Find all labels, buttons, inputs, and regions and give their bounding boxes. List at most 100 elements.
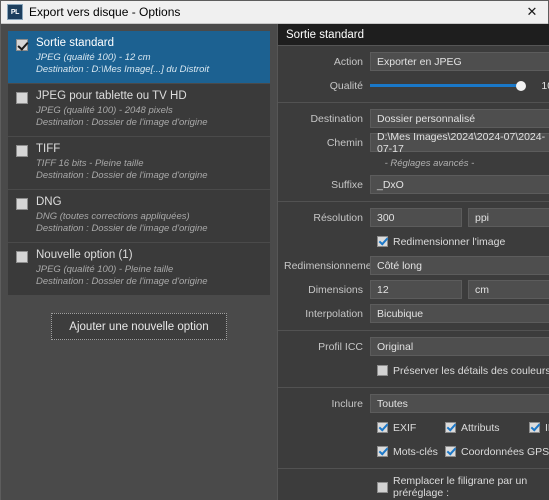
icc-profile-label: Profil ICC <box>318 340 363 353</box>
preset-format-line: JPEG (qualité 100) - 2048 pixels <box>36 105 173 116</box>
path-label: Chemin <box>326 136 363 149</box>
mots-cles-label: Mots-clés <box>393 445 438 458</box>
path-input[interactable]: D:\Mes Images\2024\2024-07\2024-07-17 <box>370 131 549 155</box>
preset-format-line: TIFF 16 bits - Pleine taille <box>36 158 144 169</box>
interpolation-label: Interpolation <box>305 307 363 320</box>
preset-checkbox[interactable] <box>16 198 28 210</box>
row-suffix: Suffixe _DxO <box>284 175 549 194</box>
preset-item-dng[interactable]: DNG DNG (toutes corrections appliquées) … <box>8 190 270 243</box>
resize-mode-value: Côté long <box>377 259 422 272</box>
include-value: Toutes <box>377 397 408 410</box>
resize-image-checkbox[interactable]: Redimensionner l'image <box>377 236 505 248</box>
icc-profile-select[interactable]: Original <box>370 337 549 356</box>
quality-slider-track[interactable] <box>370 80 526 91</box>
destination-label: Destination <box>310 112 363 125</box>
section-watermark: Remplacer le filigrane par un préréglage… <box>278 469 549 500</box>
preset-checkbox[interactable] <box>16 92 28 104</box>
suffix-input[interactable]: _DxO <box>370 175 549 194</box>
section-icc: Profil ICC Original Préserver les détail… <box>278 331 549 388</box>
exif-checkbox[interactable]: EXIF <box>377 422 439 434</box>
presets-panel: Sortie standard JPEG (qualité 100) - 12 … <box>1 24 277 500</box>
resolution-unit-select[interactable]: ppi <box>468 208 549 227</box>
interpolation-select[interactable]: Bicubique <box>370 304 549 323</box>
preset-checkbox[interactable] <box>16 39 28 51</box>
attributs-label: Attributs <box>461 421 500 434</box>
preset-destination-line: Destination : Dossier de l'image d'origi… <box>36 170 208 181</box>
preset-list: Sortie standard JPEG (qualité 100) - 12 … <box>8 31 270 296</box>
dimensions-input[interactable]: 12 <box>370 280 462 299</box>
preserve-color-details-checkbox[interactable]: Préserver les détails des couleurs <box>377 365 549 377</box>
destination-select[interactable]: Dossier personnalisé <box>370 109 549 128</box>
quality-slider[interactable]: 100 <box>370 80 549 92</box>
resize-mode-label: Redimensionnement <box>284 259 381 272</box>
export-options-dialog: PL Export vers disque - Options ✕ Sortie… <box>0 0 549 500</box>
coordonnees-gps-checkbox[interactable]: Coordonnées GPS <box>445 446 549 458</box>
quality-slider-handle[interactable] <box>515 80 526 91</box>
resolution-input[interactable]: 300 <box>370 208 462 227</box>
preset-destination-line: Destination : Dossier de l'image d'origi… <box>36 276 208 287</box>
quality-value[interactable]: 100 <box>529 80 549 92</box>
row-resolution: Résolution 300 ppi <box>284 208 549 227</box>
row-quality: Qualité 100 <box>284 76 549 95</box>
section-destination: Destination Dossier personnalisé Chemin … <box>278 103 549 202</box>
action-label: Action <box>333 55 363 68</box>
resize-mode-select[interactable]: Côté long <box>370 256 549 275</box>
section-resize: Résolution 300 ppi Redimensionner l'imag… <box>278 202 549 331</box>
mots-cles-checkbox[interactable]: Mots-clés <box>377 446 439 458</box>
preset-checkbox[interactable] <box>16 251 28 263</box>
suffix-label: Suffixe <box>331 178 363 191</box>
preset-destination-line: Destination : D:\Mes Image[...] du Distr… <box>36 64 210 75</box>
checkbox-box <box>377 481 388 493</box>
action-select-value: Exporter en JPEG <box>377 55 462 68</box>
row-preserve-colors: Préserver les détails des couleurs <box>284 361 549 380</box>
row-watermark-checkbox: Remplacer le filigrane par un préréglage… <box>284 475 549 499</box>
section-include: Inclure Toutes EXIF Attributs I Mots-clé… <box>278 388 549 469</box>
add-option-wrapper: Ajouter une nouvelle option <box>8 296 270 340</box>
row-action: Action Exporter en JPEG <box>284 52 549 71</box>
preserve-color-details-label: Préserver les détails des couleurs <box>393 364 549 377</box>
preset-destination-line: Destination : Dossier de l'image d'origi… <box>36 117 208 128</box>
app-logo-icon: PL <box>7 4 23 20</box>
replace-watermark-checkbox[interactable]: Remplacer le filigrane par un préréglage… <box>377 475 549 499</box>
row-icc-profile: Profil ICC Original <box>284 337 549 356</box>
preset-checkbox[interactable] <box>16 145 28 157</box>
resolution-label: Résolution <box>313 211 363 224</box>
replace-watermark-label: Remplacer le filigrane par un préréglage… <box>393 475 528 499</box>
preset-format-line: JPEG (qualité 100) - Pleine taille <box>36 264 174 275</box>
row-destination: Destination Dossier personnalisé <box>284 109 549 128</box>
row-resize-checkbox: Redimensionner l'image <box>284 232 549 251</box>
advanced-settings-label[interactable]: - Réglages avancés - <box>284 157 549 170</box>
section-action: Action Exporter en JPEG Qualité 1 <box>278 46 549 103</box>
coordonnees-gps-label: Coordonnées GPS <box>461 445 549 458</box>
checkbox-box <box>445 422 456 433</box>
settings-panel: Sortie standard Action Exporter en JPEG … <box>277 24 549 500</box>
attributs-checkbox[interactable]: Attributs <box>445 422 523 434</box>
row-path: Chemin D:\Mes Images\2024\2024-07\2024-0… <box>284 131 549 155</box>
preset-item-jpeg-tablette[interactable]: JPEG pour tablette ou TV HD JPEG (qualit… <box>8 84 270 137</box>
preset-format-line: JPEG (qualité 100) - 12 cm <box>36 52 151 63</box>
action-select[interactable]: Exporter en JPEG <box>370 52 549 71</box>
preset-item-tiff[interactable]: TIFF TIFF 16 bits - Pleine taille Destin… <box>8 137 270 190</box>
quality-label: Qualité <box>329 79 363 92</box>
destination-select-value: Dossier personnalisé <box>377 112 476 125</box>
preset-item-sortie-standard[interactable]: Sortie standard JPEG (qualité 100) - 12 … <box>8 31 270 84</box>
preset-destination-line: Destination : Dossier de l'image d'origi… <box>36 223 208 234</box>
checkbox-box <box>445 446 456 457</box>
preset-format-line: DNG (toutes corrections appliquées) <box>36 211 190 222</box>
add-new-option-button[interactable]: Ajouter une nouvelle option <box>51 313 227 340</box>
preset-title: DNG <box>36 196 62 208</box>
preset-title: JPEG pour tablette ou TV HD <box>36 90 187 102</box>
dialog-body: Sortie standard JPEG (qualité 100) - 12 … <box>1 24 549 500</box>
iptc-checkbox[interactable]: IPTC <box>529 422 549 434</box>
row-dimensions: Dimensions 12 cm <box>284 280 549 299</box>
close-icon[interactable]: ✕ <box>516 1 548 23</box>
include-label: Inclure <box>331 397 363 410</box>
dimensions-unit-select[interactable]: cm <box>468 280 549 299</box>
checkbox-box <box>377 236 388 247</box>
settings-panel-title: Sortie standard <box>278 24 549 46</box>
iptc-label: IPTC <box>545 421 549 434</box>
checkbox-box <box>377 422 388 433</box>
include-select[interactable]: Toutes <box>370 394 549 413</box>
preset-item-nouvelle-option[interactable]: Nouvelle option (1) JPEG (qualité 100) -… <box>8 243 270 296</box>
exif-label: EXIF <box>393 421 417 434</box>
